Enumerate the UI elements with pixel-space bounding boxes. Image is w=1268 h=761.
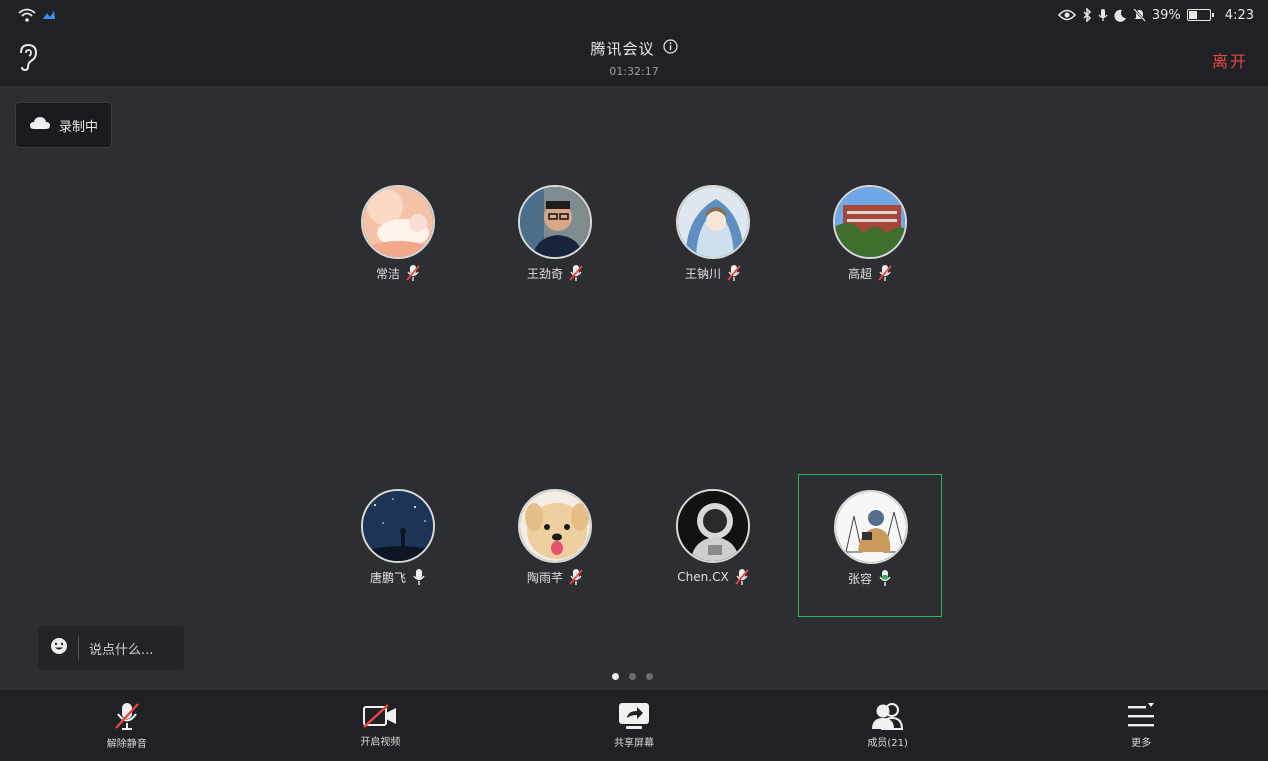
participant-name: 高超 [847, 266, 872, 281]
mic-muted-icon [735, 568, 749, 586]
participant-name: Chen.CX [677, 570, 729, 584]
wifi-icon [18, 8, 36, 22]
battery-percent: 39% [1151, 7, 1181, 23]
mic-muted-icon [406, 264, 420, 282]
page-dot[interactable] [629, 673, 636, 680]
avatar [361, 489, 435, 563]
mic-speaking-icon [878, 569, 892, 587]
avatar [833, 185, 907, 259]
bottom-toolbar: 解除静音 开启视频 共享屏幕 成员(21) 更多 [0, 690, 1268, 761]
more-menu-icon [1126, 702, 1156, 730]
divider [78, 636, 79, 660]
mic-muted-icon [114, 701, 140, 731]
mic-muted-icon [878, 264, 892, 282]
start-video-label: 开启视频 [360, 737, 401, 748]
cloud-icon [29, 116, 51, 134]
participant-tile[interactable]: 陶雨芊 [483, 478, 627, 622]
page-dot[interactable] [646, 673, 653, 680]
battery-fill [1188, 11, 1197, 19]
page-indicator[interactable] [612, 673, 653, 680]
meeting-header: 腾讯会议 01:32:17 离开 [0, 30, 1268, 86]
eye-icon [1057, 9, 1076, 21]
avatar [361, 185, 435, 259]
mic-muted-icon [727, 264, 741, 282]
share-screen-label: 共享屏幕 [613, 738, 654, 749]
battery-icon [1186, 9, 1214, 21]
clock: 4:23 [1224, 7, 1254, 23]
participant-name: 常洁 [375, 266, 400, 281]
chat-input[interactable]: 说点什么... [38, 626, 184, 670]
bell-off-icon [1133, 8, 1146, 22]
avatar [676, 489, 750, 563]
participant-name: 王劲奇 [526, 266, 563, 281]
participant-name: 唐鹏飞 [369, 570, 406, 585]
unmute-label: 解除静音 [106, 739, 147, 750]
emoji-icon[interactable] [50, 637, 68, 659]
avatar [834, 490, 908, 564]
avatar [518, 185, 592, 259]
leave-button[interactable]: 离开 [1212, 48, 1248, 72]
participant-name: 王钠川 [684, 266, 721, 281]
status-bar: 39% 4:23 [0, 0, 1268, 30]
participant-tile[interactable]: 王劲奇 [483, 174, 627, 318]
participant-tile[interactable]: 常洁 [326, 174, 470, 318]
members-icon [871, 702, 905, 730]
page-dot[interactable] [612, 673, 619, 680]
meeting-title-area[interactable]: 腾讯会议 [590, 38, 678, 59]
participant-tile[interactable]: 高超 [798, 174, 942, 318]
info-icon[interactable] [662, 39, 678, 58]
video-off-icon [362, 703, 398, 729]
avatar [676, 185, 750, 259]
share-screen-icon [618, 702, 650, 730]
more-label: 更多 [1131, 738, 1152, 749]
recording-label: 录制中 [58, 119, 98, 135]
members-label: 成员(21) [867, 738, 908, 749]
participant-tile-active[interactable]: 张容 [798, 474, 942, 617]
unmute-button[interactable]: 解除静音 [0, 690, 254, 761]
moon-icon [1114, 9, 1127, 22]
share-screen-button[interactable]: 共享屏幕 [507, 690, 761, 761]
participant-name: 陶雨芊 [526, 570, 563, 585]
avatar [518, 489, 592, 563]
participant-tile[interactable]: 唐鹏飞 [326, 478, 470, 622]
mic-icon [1098, 8, 1108, 22]
mic-on-icon [412, 568, 426, 586]
chat-placeholder: 说点什么... [89, 642, 154, 658]
more-button[interactable]: 更多 [1014, 690, 1268, 761]
participant-tile[interactable]: 王钠川 [641, 174, 785, 318]
start-video-button[interactable]: 开启视频 [254, 690, 508, 761]
signal-icon [42, 10, 56, 20]
participant-tile[interactable]: Chen.CX [641, 478, 785, 622]
participant-name: 张容 [847, 571, 872, 586]
meeting-timer: 01:32:17 [609, 65, 659, 78]
mic-muted-icon [569, 568, 583, 586]
meeting-title: 腾讯会议 [590, 40, 655, 58]
mic-muted-icon [569, 264, 583, 282]
bluetooth-icon [1082, 8, 1092, 22]
recording-badge[interactable]: 录制中 [15, 102, 112, 148]
members-button[interactable]: 成员(21) [761, 690, 1015, 761]
